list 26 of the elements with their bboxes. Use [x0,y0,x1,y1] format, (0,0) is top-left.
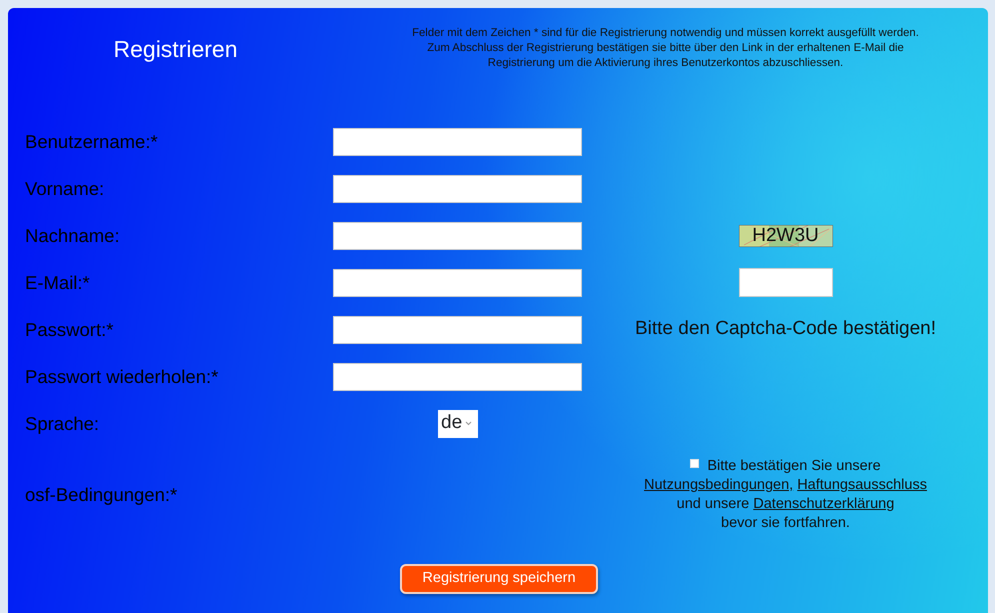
terms-link[interactable]: Datenschutzerklärung [753,496,894,512]
field-label: Passwort:* [24,318,114,342]
field-label: Vorname: [24,176,106,201]
field-label: E-Mail:* [24,270,91,295]
captcha-field[interactable] [738,268,832,297]
field-label: Nachname: [24,224,121,248]
page-title: Registrieren [112,35,238,64]
captcha-prompt: Bitte den Captcha-Code bestätigen! [634,317,936,342]
consent-text: Bitte bestätigen Sie unsere Nutzungsbedingungen, Haftungsausschluss und unsere Datenschutzerklärung bevor sie fortfahren. [644,457,927,533]
terms-link[interactable]: Nutzungsbedingungen, [644,477,794,493]
input-field[interactable] [333,128,582,156]
input-field[interactable] [333,362,582,390]
field-label: Benutzername:* [24,130,159,154]
input-field[interactable] [333,222,582,250]
caret-icon [465,421,472,426]
field-label: Passwort wiederholen:* [24,364,220,389]
input-field[interactable] [333,268,582,296]
terms-link[interactable]: Haftungsausschluss [797,477,927,493]
field-label: Sprache: [24,412,100,436]
notice-text: Felder mit dem Zeichen * sind für die Registrierung notwendig und müssen korrekt ausgefüllt werden. Zum Abschluss der Registrierung bestätigen sie bitte über den Link in der erhaltenen E-Mail die Registrierung um die Aktivierung ihres Benutzerkontos abzuschliessen. [411,26,920,71]
input-field[interactable] [333,316,582,344]
input-field[interactable] [333,174,582,202]
language-select[interactable]: de [438,410,478,438]
captcha-image: H2W3U [738,224,832,246]
consent-checkbox[interactable] [690,459,700,468]
field-label: osf-Bedingungen:* [24,482,178,507]
